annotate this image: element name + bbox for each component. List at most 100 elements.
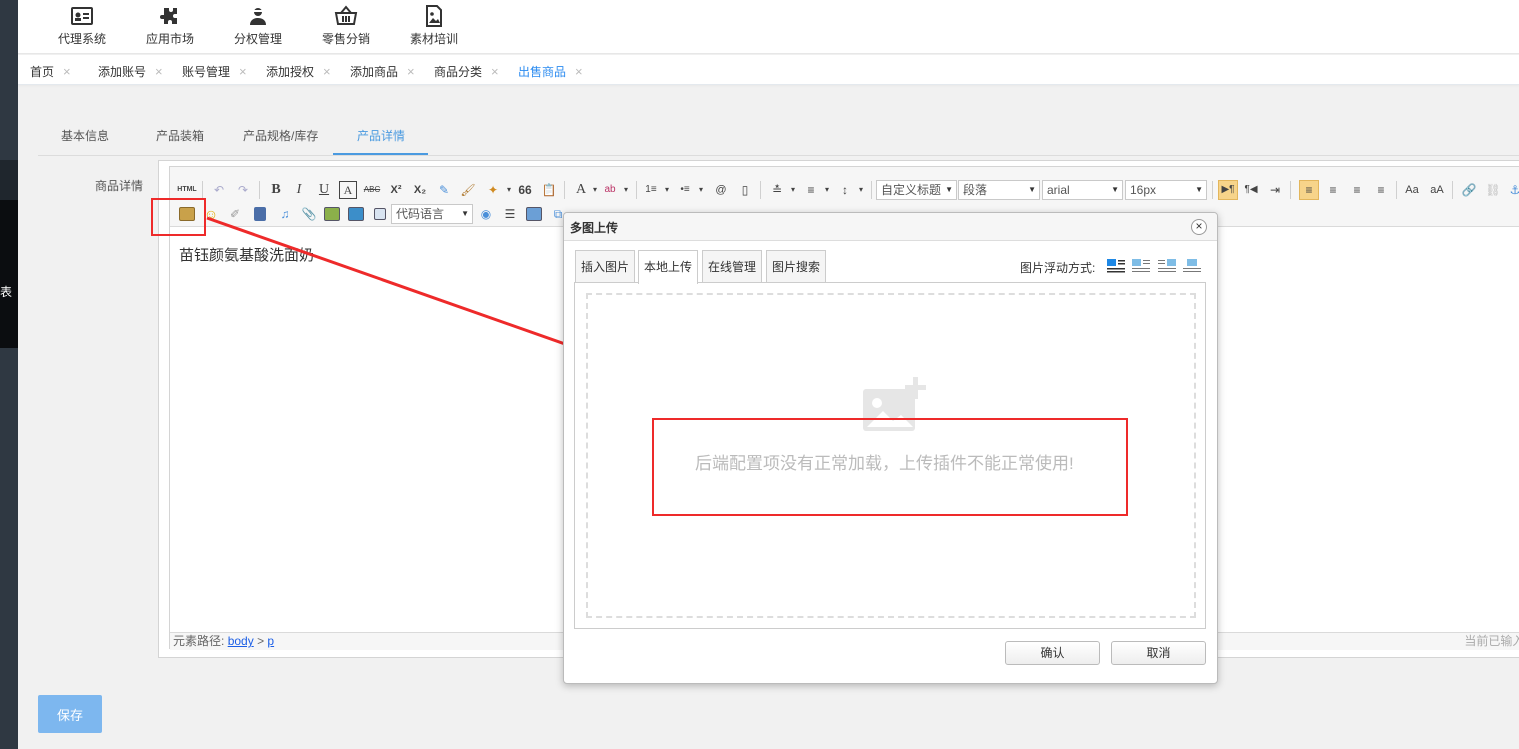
chevron-down-icon[interactable]: ▾ [852, 181, 870, 199]
image-icon[interactable] [348, 207, 364, 221]
chevron-down-icon[interactable]: ▾ [617, 181, 635, 199]
tab-online-manage[interactable]: 在线管理 [702, 250, 763, 282]
crumb-add-product[interactable]: 添加商品 × [350, 63, 415, 80]
tab-local-upload[interactable]: 本地上传 [638, 250, 699, 284]
paste-plain-icon[interactable]: 📋 [540, 181, 558, 199]
sidebar-partial-label[interactable]: 表 [0, 283, 18, 300]
close-icon[interactable]: × [63, 64, 71, 79]
anchor-icon[interactable]: ⚓ [1506, 181, 1519, 199]
align-right-icon[interactable]: ≡ [1348, 181, 1366, 199]
close-icon[interactable]: × [323, 64, 331, 79]
format-brush-icon[interactable]: 🖌 [459, 181, 477, 199]
template-icon[interactable] [526, 207, 542, 221]
paragraph-select[interactable]: 段落 ▼ [958, 180, 1040, 200]
video-icon[interactable] [254, 207, 266, 221]
eraser-icon[interactable]: ✎ [435, 181, 453, 199]
insert-frame-icon[interactable] [374, 208, 386, 220]
nav-permission[interactable]: 分权管理 [214, 4, 302, 47]
page-break-icon[interactable]: ◉ [477, 205, 495, 223]
dialog-title: 多图上传 [570, 221, 619, 235]
blockquote-button[interactable]: 66 [516, 181, 534, 199]
font-size-select[interactable]: 16px ▼ [1125, 180, 1207, 200]
sidebar-active-block[interactable] [0, 200, 18, 348]
crumb-add-auth[interactable]: 添加授权 × [266, 63, 331, 80]
editor-content-text[interactable]: 苗钰颜氨基酸洗面奶 [179, 244, 314, 265]
crumb-label[interactable]: 添加商品 [350, 65, 398, 79]
custom-title-select[interactable]: 自定义标题 ▼ [876, 180, 957, 200]
superscript-button[interactable]: X² [387, 181, 405, 199]
close-icon[interactable]: × [239, 64, 247, 79]
toolbar-separator [259, 181, 260, 199]
uppercase-icon[interactable]: Aa [1403, 181, 1421, 199]
float-right-icon[interactable] [1157, 257, 1177, 273]
subscript-button[interactable]: X₂ [411, 181, 429, 199]
crumb-label[interactable]: 商品分类 [434, 65, 482, 79]
close-icon[interactable]: × [407, 64, 415, 79]
align-center-icon[interactable]: ≡ [1324, 181, 1342, 199]
crumb-label[interactable]: 出售商品 [518, 65, 566, 79]
undo-icon[interactable]: ↶ [210, 181, 228, 199]
crumb-label[interactable]: 首页 [30, 65, 54, 79]
chevron-down-icon[interactable]: ▾ [658, 181, 676, 199]
ltr-direction-icon[interactable]: ▶¶ [1218, 180, 1238, 200]
indent-icon[interactable]: ⇥ [1266, 181, 1284, 199]
at-icon[interactable]: @ [712, 181, 730, 199]
close-icon[interactable]: × [575, 64, 583, 79]
map-icon[interactable] [324, 207, 340, 221]
crumb-add-account[interactable]: 添加账号 × [98, 63, 163, 80]
crumb-product-category[interactable]: 商品分类 × [434, 63, 499, 80]
crumb-label[interactable]: 添加授权 [266, 65, 314, 79]
path-p-link[interactable]: p [267, 634, 274, 648]
nav-app-market[interactable]: 应用市场 [126, 4, 214, 47]
crumb-home[interactable]: 首页 × [30, 63, 71, 80]
music-icon[interactable]: ♫ [276, 205, 294, 223]
crumb-label[interactable]: 账号管理 [182, 65, 230, 79]
table-row-icon[interactable]: ☰ [501, 205, 519, 223]
link-icon[interactable]: 🔗 [1460, 181, 1478, 199]
tab-product-detail[interactable]: 产品详情 [357, 127, 405, 144]
nav-retail[interactable]: 零售分销 [302, 4, 390, 47]
crumb-account-manage[interactable]: 账号管理 × [182, 63, 247, 80]
strikethrough-button[interactable]: ABC [363, 181, 381, 199]
float-center-icon[interactable] [1182, 257, 1202, 273]
close-icon[interactable]: × [1191, 219, 1207, 235]
code-language-select[interactable]: 代码语言 ▼ [391, 204, 473, 224]
align-left-icon[interactable]: ≡ [1299, 180, 1319, 200]
annotation-message-box [652, 418, 1128, 516]
chevron-down-icon[interactable]: ▾ [692, 181, 710, 199]
toolbar-separator [1396, 181, 1397, 199]
nav-agent-system[interactable]: 代理系统 [38, 4, 126, 47]
path-body-link[interactable]: body [228, 634, 254, 648]
chevron-down-icon[interactable]: ▾ [784, 181, 802, 199]
tab-insert-image[interactable]: 插入图片 [575, 250, 636, 282]
redo-icon[interactable]: ↷ [234, 181, 252, 199]
tab-image-search[interactable]: 图片搜索 [766, 250, 827, 282]
tab-basic-info[interactable]: 基本信息 [61, 127, 109, 144]
font-family-select[interactable]: arial ▼ [1042, 180, 1123, 200]
attachment-icon[interactable]: 📎 [300, 205, 318, 223]
tab-spec-stock[interactable]: 产品规格/库存 [243, 127, 318, 144]
html-source-button[interactable]: HTML [176, 181, 198, 199]
crumb-label[interactable]: 添加账号 [98, 65, 146, 79]
align-justify-icon[interactable]: ≡ [1372, 181, 1390, 199]
chevron-down-icon[interactable]: ▾ [818, 181, 836, 199]
tab-packing[interactable]: 产品装箱 [156, 127, 204, 144]
lowercase-icon[interactable]: aA [1428, 181, 1446, 199]
cancel-button[interactable]: 取消 [1111, 641, 1206, 665]
font-border-button[interactable]: A [339, 181, 357, 199]
confirm-button[interactable]: 确认 [1005, 641, 1100, 665]
nav-material[interactable]: 素材培训 [390, 4, 478, 47]
rtl-direction-icon[interactable]: ¶◀ [1242, 181, 1260, 199]
close-icon[interactable]: × [155, 64, 163, 79]
close-icon[interactable]: × [491, 64, 499, 79]
save-button[interactable]: 保存 [38, 695, 102, 733]
underline-button[interactable]: U [315, 181, 333, 199]
float-left-icon[interactable] [1131, 257, 1151, 273]
float-none-icon[interactable] [1106, 257, 1126, 273]
bold-button[interactable]: B [267, 181, 285, 199]
italic-button[interactable]: I [290, 181, 308, 199]
document-icon[interactable]: ▯ [736, 181, 754, 199]
crumb-sell-product[interactable]: 出售商品 × [518, 63, 583, 80]
scrawl-icon[interactable]: ✐ [226, 205, 244, 223]
unlink-icon[interactable]: ⛓ [1484, 181, 1502, 199]
